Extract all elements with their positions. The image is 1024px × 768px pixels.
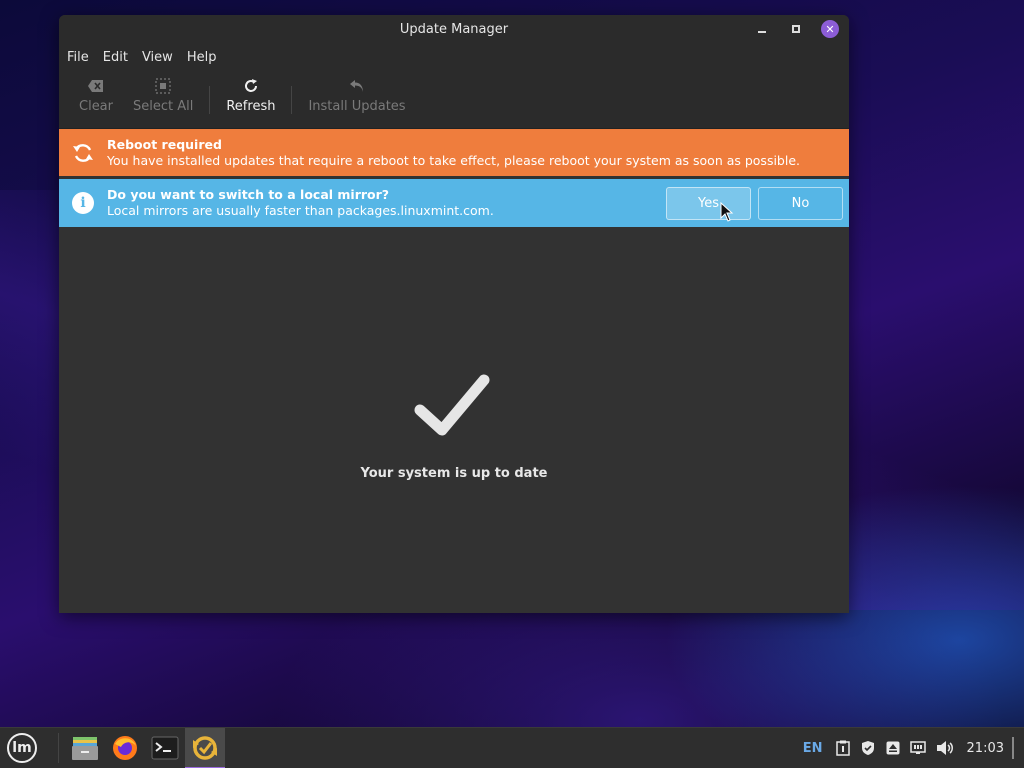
volume-tray-button[interactable] <box>931 728 959 768</box>
reboot-title: Reboot required <box>107 136 222 152</box>
shield-icon <box>861 741 874 755</box>
clipboard-tray-button[interactable] <box>831 728 855 768</box>
window-controls: ✕ <box>753 20 839 38</box>
show-desktop-icon <box>1012 737 1014 759</box>
maximize-button[interactable] <box>787 20 805 38</box>
show-desktop-button[interactable] <box>1010 728 1016 768</box>
toolbar-separator <box>291 86 293 114</box>
mirror-text: Do you want to switch to a local mirror?… <box>107 187 666 219</box>
menu-bar: File Edit View Help <box>59 43 849 71</box>
menu-file[interactable]: File <box>67 50 97 65</box>
firefox-launcher[interactable] <box>105 728 145 768</box>
reboot-message: You have installed updates that require … <box>107 152 801 168</box>
terminal-icon <box>151 736 179 760</box>
refresh-icon <box>243 78 259 98</box>
undo-arrow-icon <box>349 78 365 98</box>
install-updates-button[interactable]: Install Updates <box>298 78 415 114</box>
clear-label: Clear <box>79 99 113 114</box>
mirror-buttons: Yes No <box>666 186 843 220</box>
volume-icon <box>936 741 953 755</box>
minimize-icon <box>758 31 766 33</box>
info-icon: i <box>59 192 107 214</box>
toolbar: Clear Select All Refresh Install Updates <box>59 71 849 129</box>
mouse-cursor-icon <box>720 202 734 222</box>
no-button[interactable]: No <box>758 186 843 220</box>
taskbar: lm EN 21:03 <box>0 727 1024 768</box>
title-bar[interactable]: Update Manager ✕ <box>59 15 849 43</box>
install-updates-label: Install Updates <box>308 99 406 114</box>
clear-button[interactable]: Clear <box>69 78 123 114</box>
select-all-icon <box>155 78 171 98</box>
refresh-label: Refresh <box>226 99 276 114</box>
mint-logo-icon: lm <box>7 733 37 763</box>
clipboard-icon <box>835 740 850 756</box>
minimize-button[interactable] <box>753 20 771 38</box>
select-all-button[interactable]: Select All <box>123 78 203 114</box>
reboot-icon <box>59 141 107 165</box>
yes-button[interactable]: Yes <box>666 186 751 220</box>
terminal-launcher[interactable] <box>145 728 185 768</box>
maximize-icon <box>792 25 800 33</box>
main-content: Your system is up to date <box>59 227 849 613</box>
network-tray-button[interactable] <box>905 728 931 768</box>
start-menu-button[interactable]: lm <box>0 728 44 768</box>
system-tray: EN 21:03 <box>795 728 1024 768</box>
select-all-label: Select All <box>133 99 194 114</box>
status-text: Your system is up to date <box>360 466 548 481</box>
refresh-button[interactable]: Refresh <box>216 78 285 114</box>
toolbar-separator <box>209 86 211 114</box>
window-title: Update Manager <box>399 21 509 37</box>
keyboard-layout-indicator[interactable]: EN <box>795 728 831 768</box>
backspace-icon <box>87 78 105 98</box>
network-icon <box>909 741 926 754</box>
menu-edit[interactable]: Edit <box>103 50 136 65</box>
taskbar-separator <box>58 733 59 763</box>
update-manager-icon <box>193 736 217 760</box>
eject-tray-button[interactable] <box>881 728 905 768</box>
reboot-required-infobar: Reboot required You have installed updat… <box>59 129 849 176</box>
update-manager-launcher[interactable] <box>185 727 225 768</box>
menu-help[interactable]: Help <box>187 50 225 65</box>
update-shield-tray-button[interactable] <box>855 728 881 768</box>
update-manager-window: Update Manager ✕ File Edit View Help Cle… <box>59 15 849 613</box>
files-launcher[interactable] <box>65 728 105 768</box>
clock[interactable]: 21:03 <box>959 728 1010 768</box>
eject-icon <box>886 741 900 755</box>
files-icon <box>72 737 98 760</box>
reboot-text: Reboot required You have installed updat… <box>107 137 849 169</box>
menu-view[interactable]: View <box>142 50 181 65</box>
firefox-icon <box>113 736 137 760</box>
close-button[interactable]: ✕ <box>821 20 839 38</box>
mirror-message: Local mirrors are usually faster than pa… <box>107 203 494 218</box>
checkmark-icon <box>414 372 494 442</box>
close-icon: ✕ <box>825 22 835 36</box>
mirror-title: Do you want to switch to a local mirror? <box>107 187 390 202</box>
